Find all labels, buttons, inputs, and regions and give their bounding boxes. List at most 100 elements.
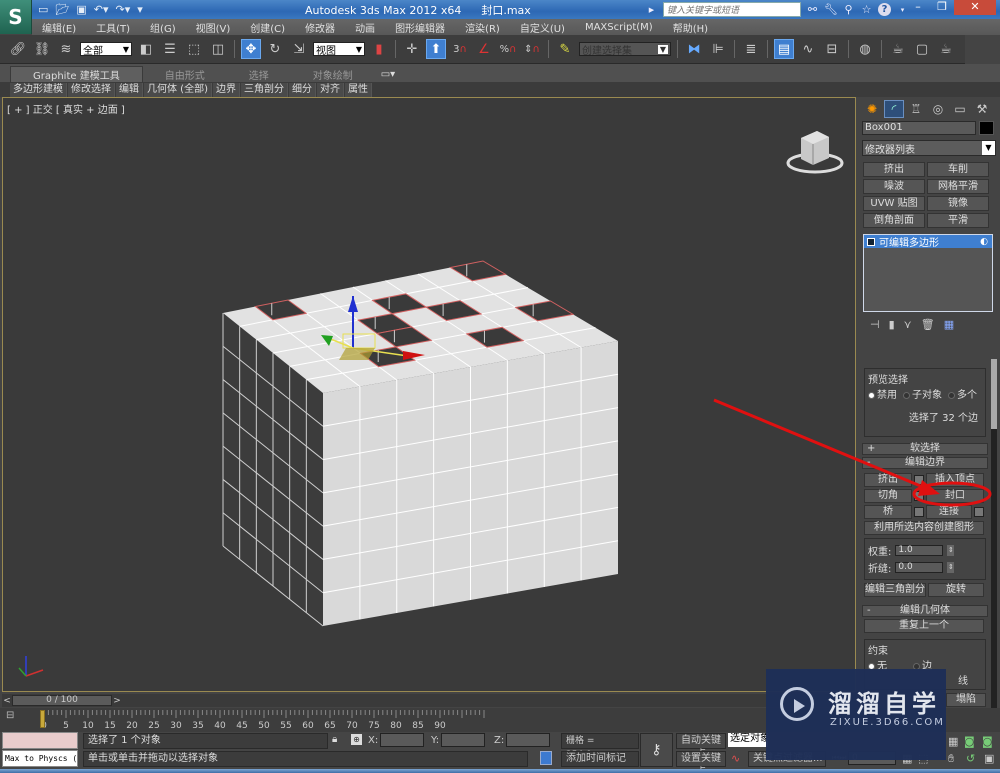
repeat-last-button[interactable]: 重复上一个 [864,619,984,633]
radio-disabled[interactable]: 禁用 [868,386,897,401]
menu-help[interactable]: 帮助(H) [663,20,718,35]
select-by-name-icon[interactable]: ☰ [160,39,180,59]
lathe-modifier-button[interactable]: 车削 [927,162,989,177]
graphite-toggle-icon[interactable]: ▤ [774,39,794,59]
extrude-settings-button[interactable] [914,475,924,485]
ribbon-tab-graphite[interactable]: Graphite 建模工具 [10,66,143,82]
noise-modifier-button[interactable]: 噪波 [863,179,925,194]
close-button[interactable]: ✕ [954,0,996,15]
ribbon-options-icon[interactable]: ▭▾ [375,66,401,82]
menu-animation[interactable]: 动画 [345,20,385,35]
time-tag-icon[interactable] [540,751,552,765]
expand-arrow-icon[interactable]: ▶ [645,6,658,14]
menu-rendering[interactable]: 渲染(R) [455,20,510,35]
selected-set-dropdown[interactable]: 选定对象 [728,733,768,747]
app-menu-button[interactable]: S [0,0,32,34]
z-coord-field[interactable] [506,733,551,747]
select-rotate-icon[interactable]: ↻ [265,39,285,59]
bridge-button[interactable]: 桥 [864,505,912,519]
uvw-map-modifier-button[interactable]: UVW 贴图 [863,196,925,211]
scrollbar-thumb[interactable] [991,359,997,429]
ribbon-tab-selection[interactable]: 选择 [227,66,291,82]
maximize-viewport-icon[interactable]: ▣ [984,752,994,765]
create-tab-icon[interactable]: ✺ [862,100,882,118]
ribbon-panel-geometry-all[interactable]: 几何体 (全部) [144,82,212,97]
ribbon-panel-polygon-modeling[interactable]: 多边形建模 [10,82,67,97]
extrude-button[interactable]: 挤出 [864,473,912,487]
render-production-icon[interactable]: ☕︎ [936,39,956,59]
absolute-mode-icon[interactable]: ⊕ [351,734,362,745]
auto-key-button[interactable]: 自动关键点 [676,733,726,760]
object-color-swatch[interactable] [979,121,994,135]
make-unique-icon[interactable]: ⋎ [904,318,912,331]
undo-icon[interactable]: ↶▾ [94,2,109,17]
help-icon[interactable]: ? [878,3,891,16]
chamfer-button[interactable]: 切角 [864,489,912,503]
radio-multi[interactable]: 多个 [948,386,977,401]
command-panel-scrollbar[interactable] [991,359,997,744]
link-icon[interactable]: 🔗︎ [8,39,28,59]
lightbulb-icon[interactable]: ◐ [980,237,988,247]
ribbon-panel-triangulation[interactable]: 三角剖分 [240,82,288,97]
select-object-icon[interactable]: ◧ [136,39,156,59]
rectangle-selection-icon[interactable]: ⬚ [184,39,204,59]
ribbon-panel-edit[interactable]: 编辑 [116,82,143,97]
keyboard-shortcut-override-icon[interactable]: ⬆ [426,39,446,59]
ribbon-panel-align[interactable]: 对齐 [316,82,344,97]
modifier-list-dropdown[interactable]: 修改器列表 ▼ [862,140,996,156]
time-slider-thumb[interactable]: 0 / 100 [12,695,112,706]
select-move-icon[interactable]: ✥ [241,39,261,59]
reference-coord-dropdown[interactable]: 视图 ▼ [313,42,365,57]
collapse-button[interactable]: 塌陷 [946,693,986,707]
ribbon-panel-modify-selection[interactable]: 修改选择 [68,82,115,97]
new-file-icon[interactable]: ▭ [38,2,48,17]
curve-editor-icon[interactable]: ∿ [798,39,818,59]
selection-lock-icon[interactable]: 🔒︎ [332,734,337,745]
menu-customize[interactable]: 自定义(U) [510,20,575,35]
prev-frame-icon[interactable]: < [2,696,12,706]
show-end-result-icon[interactable]: ▮ [889,318,895,331]
radio-subobject[interactable]: 子对象 [903,386,942,401]
layer-manager-icon[interactable]: ≣ [741,39,761,59]
soft-selection-rollout[interactable]: + 软选择 [862,443,988,455]
bridge-settings-button[interactable] [914,507,924,517]
expand-box-icon[interactable] [867,237,875,246]
redo-icon[interactable]: ↷▾ [116,2,131,17]
current-frame-marker[interactable] [40,710,45,728]
edit-named-selection-icon[interactable]: ✎ [555,39,575,59]
meshsmooth-modifier-button[interactable]: 网格平滑 [927,179,989,194]
key-tangent-icon[interactable]: ∿ [731,752,740,765]
x-coord-field[interactable] [380,733,425,747]
weight-spinner[interactable]: 1.0 [895,545,944,556]
render-setup-icon[interactable]: ☕︎ [888,39,908,59]
chamfer-settings-button[interactable] [914,491,924,501]
viewport-orthographic[interactable]: [ + ] 正交 [ 真实 + 边面 ] [2,97,856,692]
manipulate-icon[interactable]: ✛ [402,39,422,59]
menu-maxscript[interactable]: MAXScript(M) [575,22,663,33]
menu-create[interactable]: 创建(C) [240,20,295,35]
ribbon-panel-subdivision[interactable]: 细分 [288,82,316,97]
mirror-icon[interactable]: ⧓ [684,39,704,59]
hierarchy-tab-icon[interactable]: ♖ [906,100,926,118]
bind-space-warp-icon[interactable]: ≋ [56,39,76,59]
binoculars-icon[interactable]: ⚯ [806,3,819,16]
named-selection-dropdown[interactable]: 创建选择集 ▼ [579,42,671,57]
menu-graph-editors[interactable]: 图形编辑器 [385,20,455,35]
angle-snap-icon[interactable]: ∠ [474,39,494,59]
box001-mesh[interactable] [222,260,619,627]
maxscript-listener-output[interactable]: Max to Physcs ( [2,750,78,767]
search-input[interactable] [663,2,801,17]
menu-group[interactable]: 组(G) [140,20,186,35]
save-icon[interactable]: ▣ [76,2,86,17]
extrude-modifier-button[interactable]: 挤出 [863,162,925,177]
zoom-extents-all-icon[interactable]: ◙ [982,735,993,748]
viewcube[interactable] [785,123,845,178]
snaps-toggle-icon[interactable]: 3 ∩ [450,39,470,59]
orbit-icon[interactable]: ↺ [966,752,975,765]
menu-views[interactable]: 视图(V) [186,20,241,35]
mirror-modifier-button[interactable]: 镜像 [927,196,989,211]
ribbon-panel-borders[interactable]: 边界 [212,82,240,97]
spinner-arrows-icon[interactable]: ⇕ [947,562,955,573]
cap-button[interactable]: 封口 [926,489,984,503]
ribbon-tab-object-paint[interactable]: 对象绘制 [291,66,375,82]
